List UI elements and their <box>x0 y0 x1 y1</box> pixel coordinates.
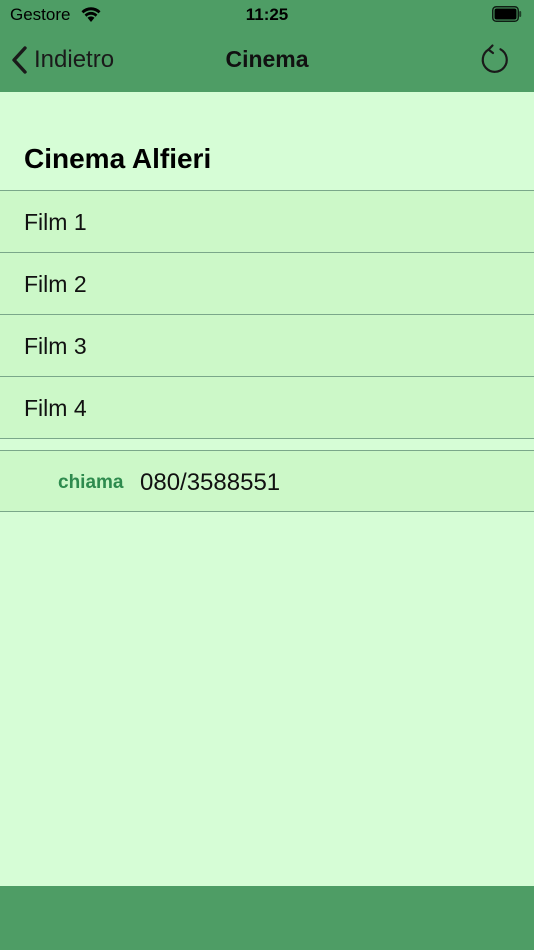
battery-icon <box>492 6 522 22</box>
top-bar: Gestore 11:25 Indietro Cinema <box>0 0 534 92</box>
navigation-bar: Indietro Cinema <box>0 32 534 92</box>
list-item[interactable]: Film 2 <box>0 252 534 314</box>
film-label: Film 2 <box>24 271 87 297</box>
page-title: Cinema <box>225 46 309 72</box>
list-divider <box>0 438 534 439</box>
list-item[interactable]: Film 4 <box>0 376 534 438</box>
call-row[interactable]: chiama 080/3588551 <box>0 450 534 512</box>
list-item[interactable]: Film 1 <box>0 190 534 252</box>
phone-number[interactable]: 080/3588551 <box>140 469 280 497</box>
list-item[interactable]: Film 3 <box>0 314 534 376</box>
film-label: Film 3 <box>24 333 87 359</box>
call-label: chiama <box>58 472 124 493</box>
section-title: Cinema Alfieri <box>24 143 212 174</box>
status-time: 11:25 <box>245 5 289 24</box>
bottom-toolbar <box>0 886 534 950</box>
refresh-icon[interactable] <box>478 41 512 77</box>
film-label: Film 1 <box>24 209 87 235</box>
film-label: Film 4 <box>24 395 87 421</box>
status-bar: Gestore 11:25 <box>0 0 534 32</box>
film-list: Film 1 Film 2 Film 3 Film 4 <box>0 190 534 439</box>
